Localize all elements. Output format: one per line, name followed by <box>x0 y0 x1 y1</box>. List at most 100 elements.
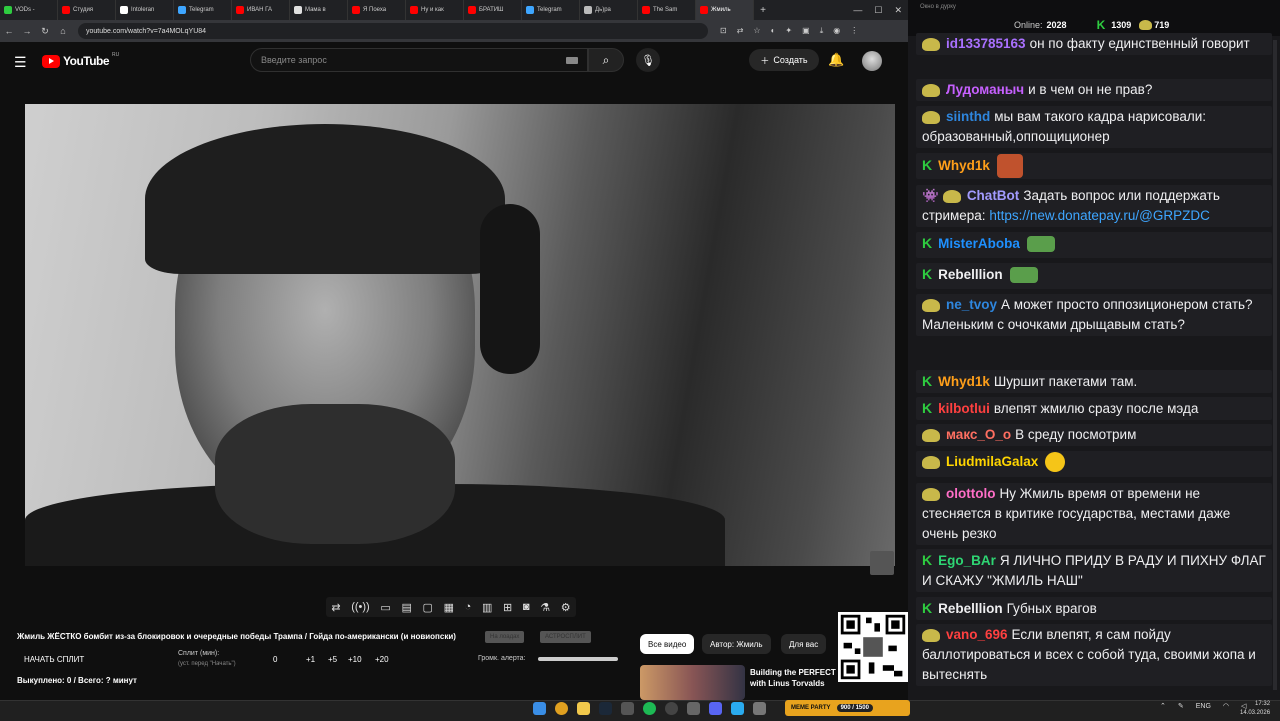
telegram-icon[interactable] <box>731 702 744 715</box>
film-icon[interactable]: ▦ <box>444 601 454 614</box>
browser-tab[interactable]: Студия <box>58 0 116 20</box>
browser-tab[interactable]: Я Поеха <box>348 0 406 20</box>
browser-tab[interactable]: The Sam <box>638 0 696 20</box>
screen-icon[interactable]: ▭ <box>380 601 390 614</box>
recommended-title[interactable]: Building the PERFECT with Linus Torvalds <box>750 667 836 689</box>
browser-tab[interactable]: Дь)ра <box>580 0 638 20</box>
alert-volume-slider[interactable] <box>538 657 618 661</box>
browser-tab[interactable]: БРАТИШ <box>464 0 522 20</box>
minimize-button[interactable]: — <box>853 5 862 15</box>
chat-username[interactable]: MisterAboba <box>938 236 1020 251</box>
chat-username[interactable]: макс_О_о <box>946 427 1011 442</box>
install-icon[interactable]: ⊡ <box>720 26 727 36</box>
browser-tab[interactable]: Жмиль <box>696 0 754 20</box>
chat-username[interactable]: vano_696 <box>946 627 1008 642</box>
chat-username[interactable]: Whyd1k <box>938 158 990 173</box>
channel-watermark[interactable] <box>870 551 894 575</box>
loop-icon[interactable]: ⇄ <box>331 601 340 614</box>
pen-icon[interactable]: ✎ <box>1178 702 1184 710</box>
back-icon[interactable]: ← <box>0 26 18 36</box>
chrome-icon[interactable] <box>555 702 568 715</box>
chat-username[interactable]: id133785163 <box>946 36 1026 51</box>
forward-icon[interactable]: → <box>18 26 36 36</box>
profile-icon[interactable]: ◉ <box>833 26 840 36</box>
chat-username[interactable]: Rebelllion <box>938 267 1003 282</box>
video-player[interactable] <box>25 104 895 566</box>
grid-icon[interactable]: ▥ <box>482 601 492 614</box>
browser-tab[interactable]: Telegram <box>522 0 580 20</box>
chat-username[interactable]: Rebelllion <box>938 601 1003 616</box>
meme-party-widget[interactable]: MEME PARTY 900 / 1500 <box>785 700 910 716</box>
browser-tab[interactable]: Мама в <box>290 0 348 20</box>
clock[interactable]: 17:32 14.03.2026 <box>1240 700 1270 718</box>
search-input[interactable]: Введите запрос <box>250 48 588 72</box>
chip-all-videos[interactable]: Все видео <box>640 634 695 654</box>
loads-toggle[interactable]: На лоадах <box>485 631 525 643</box>
frame-icon[interactable]: ▢ <box>423 601 433 614</box>
split-add-10-button[interactable]: +10 <box>348 655 362 664</box>
translate-icon[interactable]: ⇄ <box>737 26 744 36</box>
browser-tab[interactable]: Telegram <box>174 0 232 20</box>
network-icon[interactable]: ◠ <box>1223 702 1229 710</box>
obs-icon[interactable] <box>665 702 678 715</box>
split-add-1-button[interactable]: +1 <box>306 655 315 664</box>
create-button[interactable]: ＋ Создать <box>749 49 819 71</box>
app-icon[interactable] <box>687 702 700 715</box>
chat-username[interactable]: ne_tvoy <box>946 297 997 312</box>
extension-icon[interactable]: ✦ <box>785 26 792 36</box>
spotify-icon[interactable] <box>643 702 656 715</box>
chat-username[interactable]: Whyd1k <box>938 374 990 389</box>
windows-start-icon[interactable] <box>533 702 546 715</box>
explorer-icon[interactable] <box>577 702 590 715</box>
speed-icon[interactable]: ◔ <box>465 601 472 613</box>
extension-icon[interactable]: ▣ <box>802 26 810 36</box>
chat-username[interactable]: olottolo <box>946 486 995 501</box>
extension-icon[interactable]: ◐ <box>771 26 776 36</box>
menu-icon[interactable]: ⋮ <box>850 26 858 36</box>
start-split-button[interactable]: НАЧАТЬ СПЛИТ <box>24 655 84 664</box>
app-icon[interactable] <box>753 702 766 715</box>
youtube-logo[interactable]: YouTube RU <box>42 52 119 68</box>
recommended-thumbnail[interactable] <box>640 665 745 700</box>
new-tab-button[interactable]: + <box>754 5 772 16</box>
app-icon[interactable] <box>621 702 634 715</box>
download-icon[interactable]: ⤓ <box>820 26 824 36</box>
astrosplit-toggle[interactable]: АСТРОСПЛИТ <box>540 631 591 643</box>
browser-tab[interactable]: Ну и как <box>406 0 464 20</box>
chat-username[interactable]: kilbotlui <box>938 401 990 416</box>
steam-icon[interactable] <box>599 702 612 715</box>
search-button[interactable]: ⌕ <box>588 48 624 72</box>
flask-icon[interactable]: ⚗ <box>540 601 550 614</box>
url-field[interactable]: youtube.com/watch?v=7a4MOLqYU84 <box>78 23 708 39</box>
browser-tab[interactable]: Intoleran <box>116 0 174 20</box>
home-icon[interactable]: ⌂ <box>54 26 72 36</box>
keyboard-icon[interactable] <box>566 57 578 64</box>
avatar[interactable] <box>862 51 882 71</box>
split-add-5-button[interactable]: +5 <box>328 655 337 664</box>
broadcast-icon[interactable]: ((•)) <box>351 601 370 613</box>
discord-icon[interactable] <box>709 702 722 715</box>
chat-username[interactable]: siinthd <box>946 109 990 124</box>
reload-icon[interactable]: ↻ <box>36 26 54 37</box>
browser-tab[interactable]: ИВАН ГА <box>232 0 290 20</box>
voice-search-button[interactable]: 🎙 <box>636 48 660 72</box>
notifications-icon[interactable]: 🔔 <box>828 52 844 68</box>
menu-icon[interactable]: ☰ <box>14 54 27 71</box>
add-icon[interactable]: ⊞ <box>503 601 512 614</box>
chat-scrollbar[interactable] <box>1273 40 1277 690</box>
gear-icon[interactable]: ⚙ <box>561 601 571 614</box>
chip-for-you[interactable]: Для вас <box>781 634 827 654</box>
chat-username[interactable]: Лудоманыч <box>946 82 1024 97</box>
close-button[interactable]: ✕ <box>894 5 902 16</box>
maximize-button[interactable]: ☐ <box>874 5 882 16</box>
split-add-20-button[interactable]: +20 <box>375 655 389 664</box>
chat-username[interactable]: ChatBot <box>967 188 1020 203</box>
clapper-icon[interactable]: ▤ <box>401 601 411 614</box>
donate-link[interactable]: https://new.donatepay.ru/@GRPZDC <box>989 208 1210 223</box>
chat-username[interactable]: Ego_BAr <box>938 553 996 568</box>
bookmark-icon[interactable]: ☆ <box>753 26 760 36</box>
chip-author[interactable]: Автор: Жмиль <box>702 634 771 654</box>
camera-icon[interactable]: ◙ <box>523 601 530 613</box>
language-indicator[interactable]: ENG <box>1196 703 1211 710</box>
chevron-up-icon[interactable]: ⌃ <box>1160 702 1166 710</box>
